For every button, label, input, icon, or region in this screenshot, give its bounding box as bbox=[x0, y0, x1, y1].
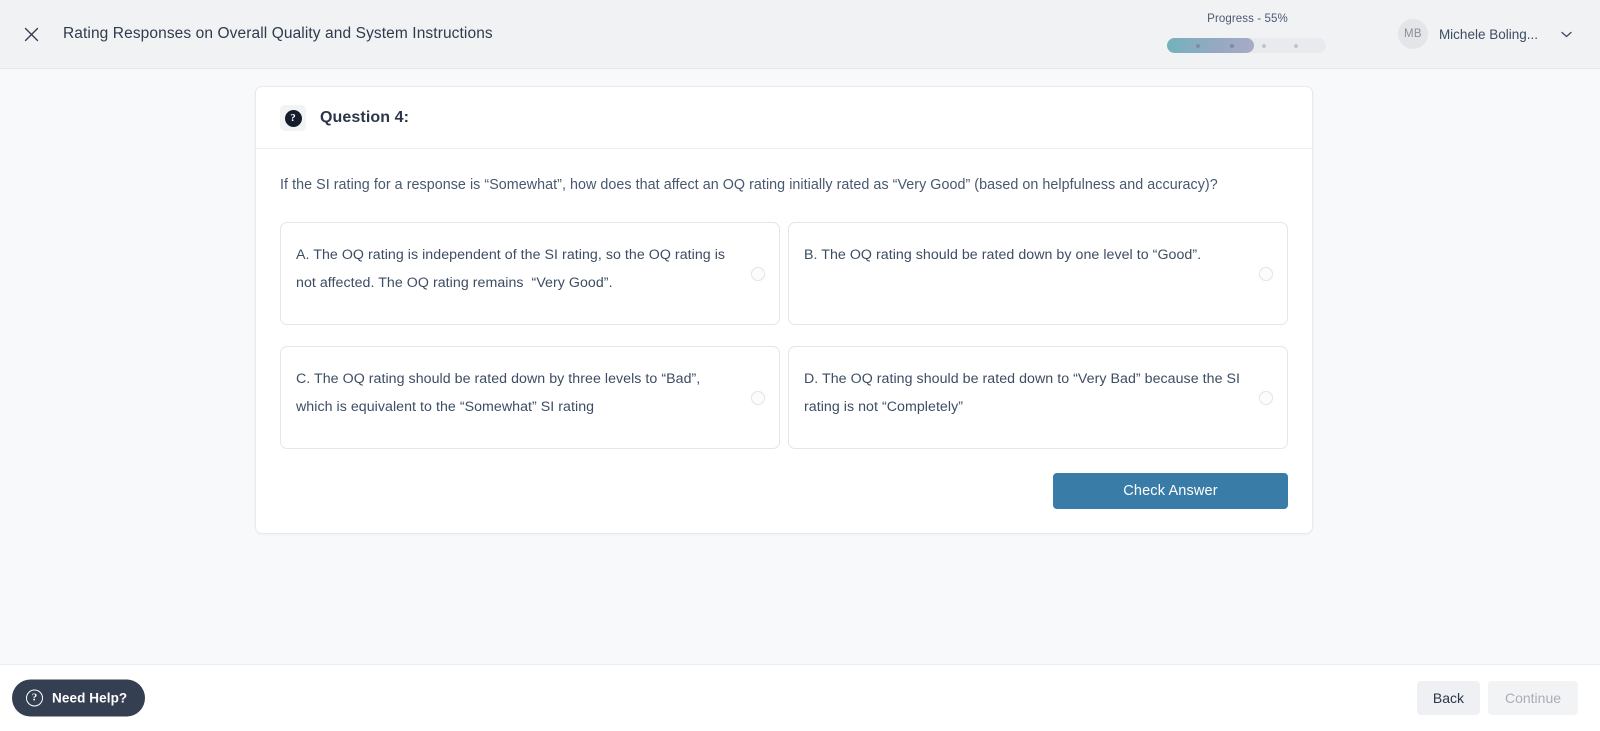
question-card-header: ? Question 4: bbox=[256, 87, 1312, 149]
answer-option-b-radio[interactable] bbox=[1259, 266, 1273, 281]
progress-step-dot bbox=[1294, 43, 1298, 48]
question-mark-icon: ? bbox=[280, 105, 306, 131]
progress-indicator: Progress - 55% bbox=[1160, 12, 1335, 58]
footer-bar: ? Need Help? Back Continue bbox=[0, 664, 1600, 731]
app-root: Rating Responses on Overall Quality and … bbox=[0, 0, 1600, 731]
check-answer-row: Check Answer bbox=[280, 473, 1288, 509]
need-help-label: Need Help? bbox=[52, 690, 128, 706]
chevron-down-icon[interactable] bbox=[1561, 31, 1572, 38]
answer-option-d-label: D. The OQ rating should be rated down to… bbox=[804, 371, 1245, 415]
progress-step-dot bbox=[1196, 43, 1200, 48]
progress-label: Progress - 55% bbox=[1207, 13, 1288, 25]
question-number-title: Question 4: bbox=[320, 109, 410, 126]
answer-option-d-radio[interactable] bbox=[1259, 390, 1273, 405]
question-mark-glyph: ? bbox=[284, 109, 302, 127]
answer-option-a-label: A. The OQ rating is independent of the S… bbox=[296, 247, 730, 291]
answer-option-b-label: B. The OQ rating should be rated down by… bbox=[804, 247, 1202, 263]
answer-option-d[interactable]: D. The OQ rating should be rated down to… bbox=[788, 346, 1288, 449]
progress-step-dot bbox=[1262, 43, 1266, 48]
back-button[interactable]: Back bbox=[1416, 681, 1480, 715]
top-bar: Rating Responses on Overall Quality and … bbox=[0, 0, 1600, 69]
page-title: Rating Responses on Overall Quality and … bbox=[63, 25, 493, 42]
answer-option-c-radio[interactable] bbox=[751, 390, 765, 405]
close-icon[interactable] bbox=[18, 21, 44, 47]
answer-option-a[interactable]: A. The OQ rating is independent of the S… bbox=[280, 222, 780, 325]
progress-fill bbox=[1167, 38, 1255, 53]
answer-option-c-label: C. The OQ rating should be rated down by… bbox=[296, 371, 705, 415]
question-card: ? Question 4: If the SI rating for a res… bbox=[255, 86, 1313, 534]
user-menu[interactable]: MB Michele Boling... bbox=[1397, 19, 1572, 49]
progress-track bbox=[1167, 38, 1326, 53]
answer-option-b[interactable]: B. The OQ rating should be rated down by… bbox=[788, 222, 1288, 325]
answer-option-c[interactable]: C. The OQ rating should be rated down by… bbox=[280, 346, 780, 449]
question-prompt: If the SI rating for a response is “Some… bbox=[280, 177, 1218, 193]
user-name-label: Michele Boling... bbox=[1438, 26, 1538, 42]
continue-button: Continue bbox=[1488, 681, 1578, 715]
answer-option-a-radio[interactable] bbox=[751, 266, 765, 281]
question-circle-icon: ? bbox=[26, 689, 43, 707]
main-content: ? Question 4: If the SI rating for a res… bbox=[0, 69, 1600, 664]
progress-step-dot bbox=[1230, 43, 1234, 48]
need-help-button[interactable]: ? Need Help? bbox=[12, 679, 146, 717]
check-answer-button[interactable]: Check Answer bbox=[1053, 473, 1288, 509]
answer-options-grid: A. The OQ rating is independent of the S… bbox=[280, 222, 1288, 449]
question-card-body: If the SI rating for a response is “Some… bbox=[256, 149, 1312, 533]
footer-actions: Back Continue bbox=[1416, 681, 1578, 715]
avatar: MB bbox=[1397, 19, 1428, 49]
